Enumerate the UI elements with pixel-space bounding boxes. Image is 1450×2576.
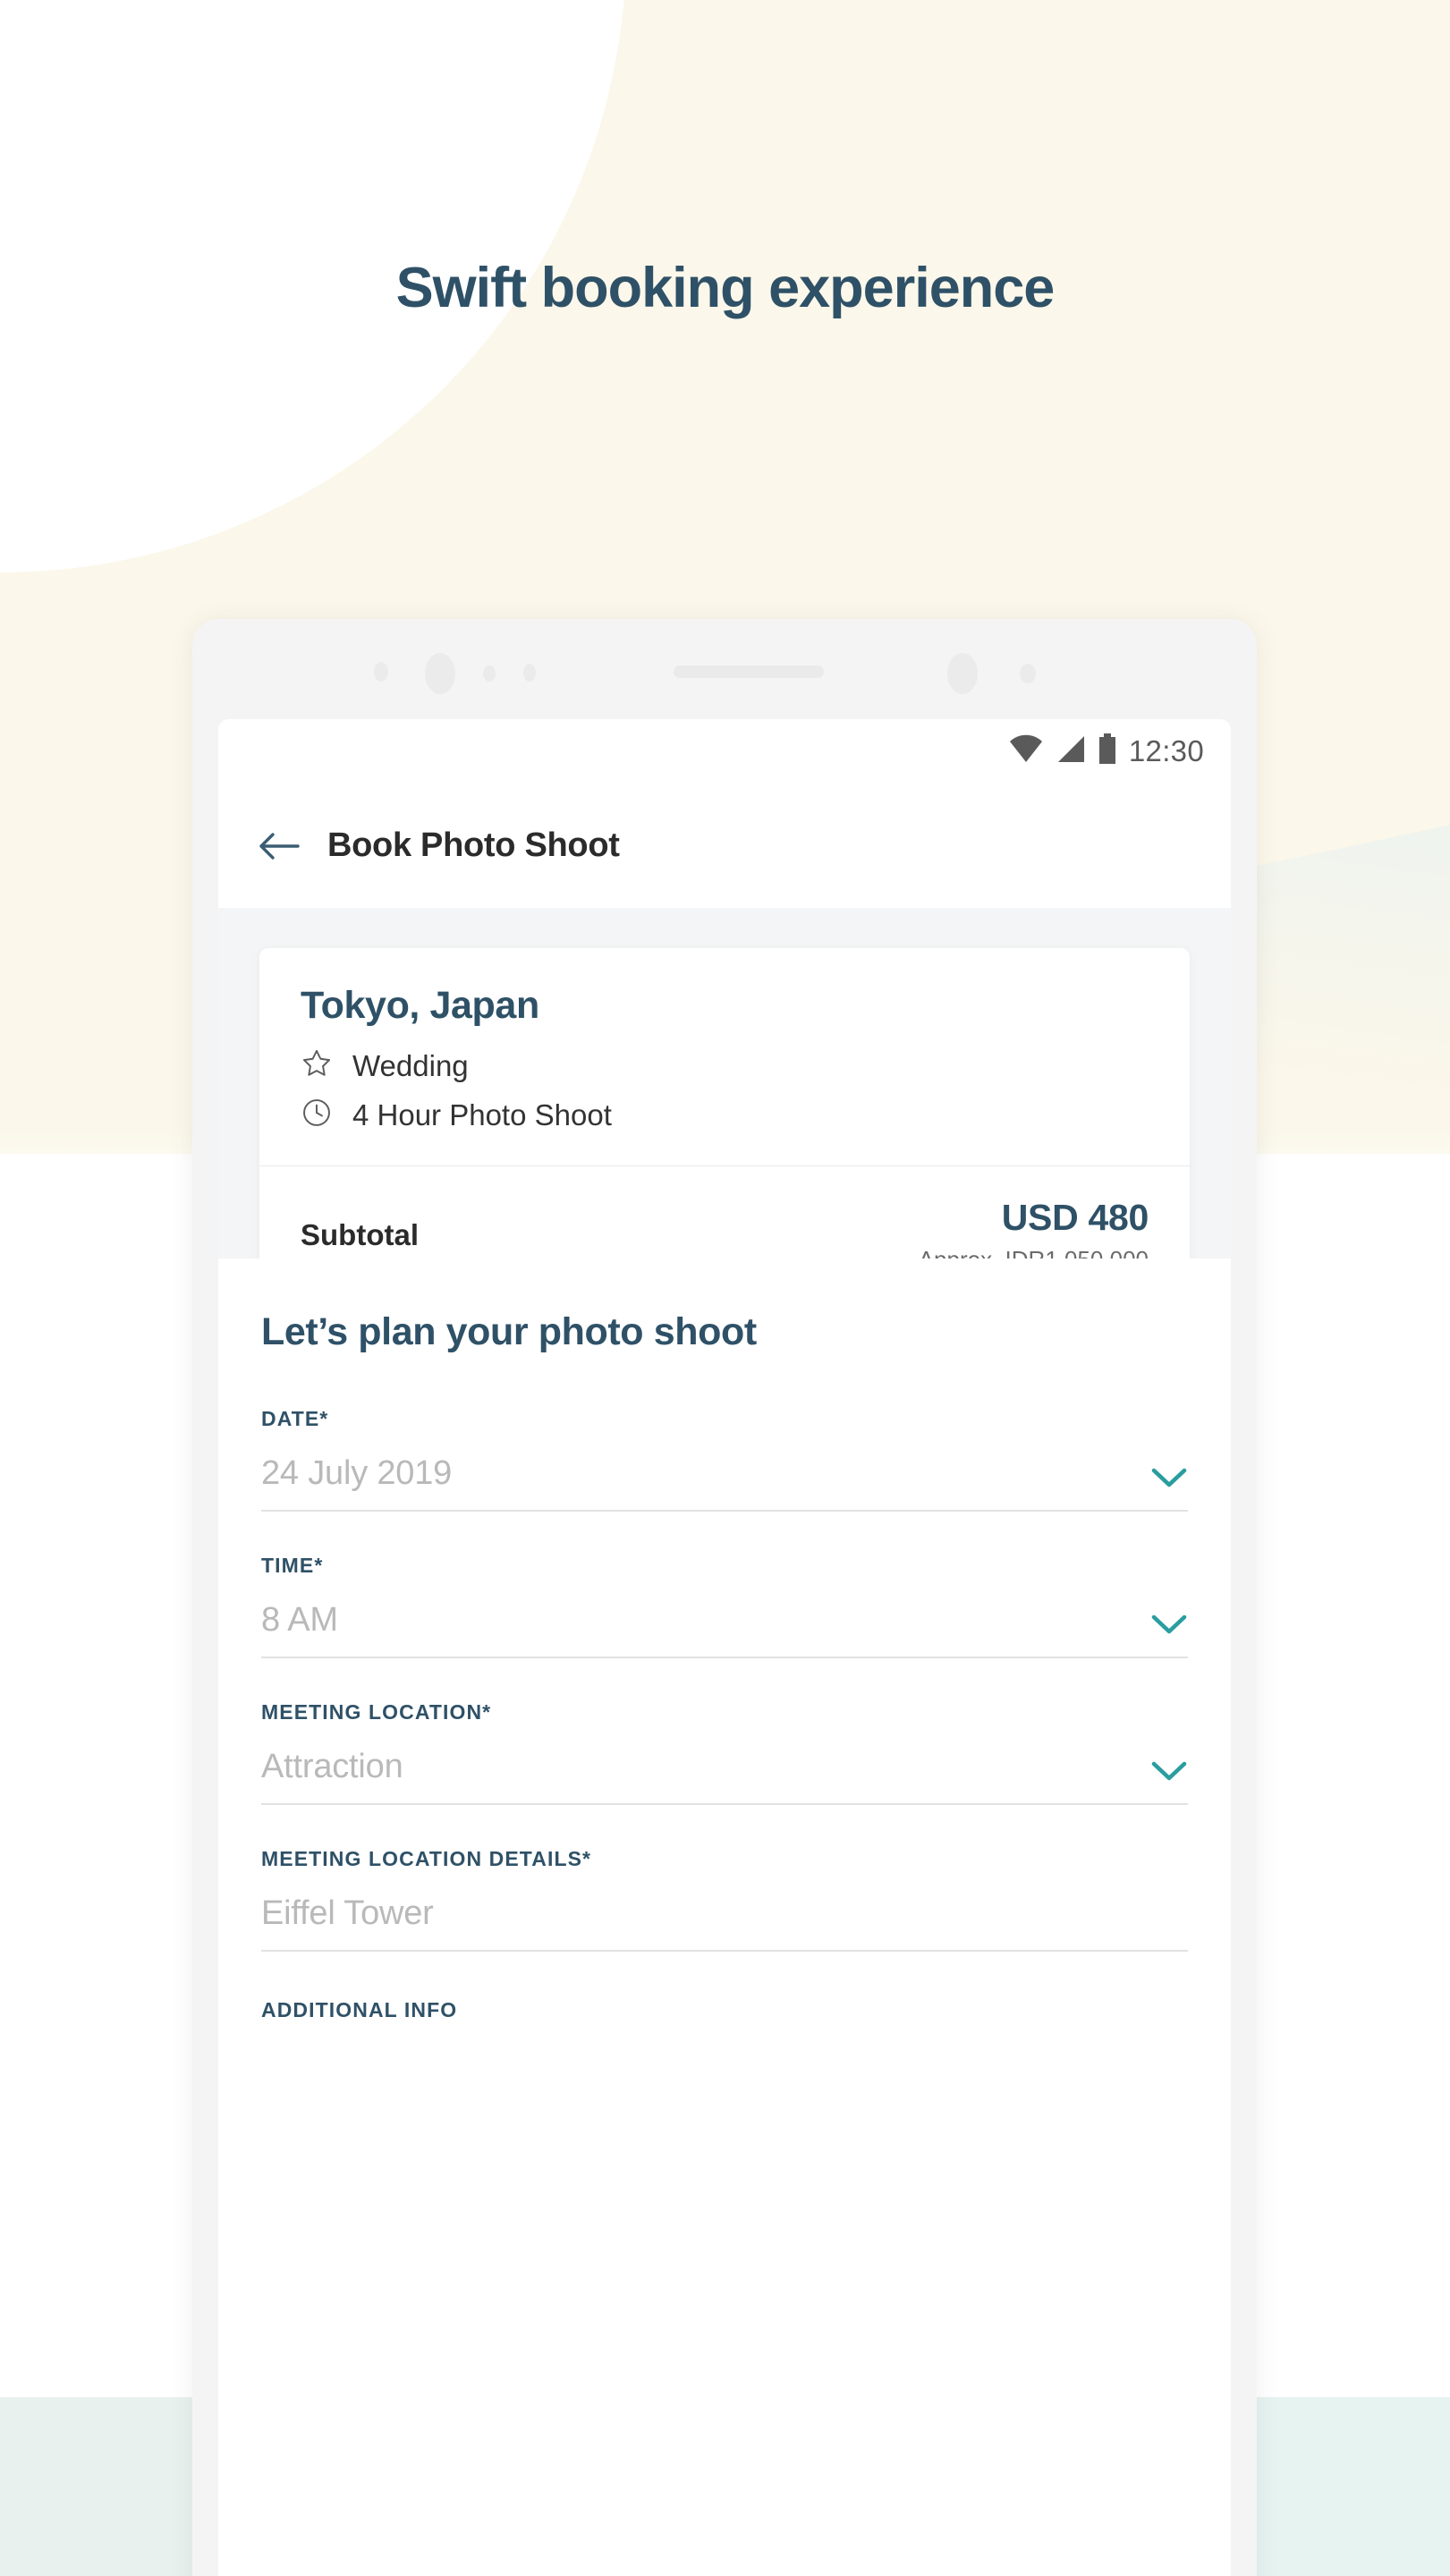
battery-icon (1098, 733, 1117, 769)
meeting-location-details-value: Eiffel Tower (261, 1894, 434, 1932)
chevron-down-icon[interactable] (1150, 1759, 1188, 1786)
field-meeting-location-details-label: MEETING LOCATION DETAILS* (261, 1847, 592, 1870)
form-title: Let’s plan your photo shoot (261, 1310, 757, 1353)
summary-category-text: Wedding (352, 1048, 469, 1082)
field-date: DATE* 24 July 2019 (261, 1407, 1188, 1512)
booking-summary-card: Tokyo, Japan Wedding 4 Hour Photo Shoot … (259, 948, 1190, 1306)
meeting-location-details-input[interactable]: Eiffel Tower (261, 1894, 1188, 1952)
chevron-down-icon[interactable] (1150, 1466, 1188, 1493)
field-meeting-location-details: MEETING LOCATION DETAILS* Eiffel Tower (261, 1847, 1188, 1952)
destination-label: Tokyo, Japan (301, 984, 539, 1027)
time-dropdown[interactable]: 8 AM (261, 1601, 1188, 1658)
subtotal-label: Subtotal (301, 1218, 419, 1251)
field-time-label: TIME* (261, 1554, 324, 1577)
subtotal-amount: USD 480 (1001, 1197, 1149, 1238)
sensor-dot (947, 653, 978, 694)
summary-row-category: Wedding (301, 1047, 1149, 1084)
sensor-dot (374, 662, 388, 682)
meeting-location-value: Attraction (261, 1748, 403, 1785)
app-bar: Book Photo Shoot (218, 784, 1231, 908)
date-value: 24 July 2019 (261, 1454, 453, 1492)
time-value: 8 AM (261, 1601, 338, 1639)
sensor-dot (523, 664, 536, 682)
field-meeting-location: MEETING LOCATION* Attraction (261, 1700, 1188, 1805)
summary-row-duration: 4 Hour Photo Shoot (301, 1097, 1149, 1133)
page-title: Book Photo Shoot (327, 826, 620, 864)
star-icon (301, 1047, 333, 1084)
field-additional-info-label: ADDITIONAL INFO (261, 1998, 458, 2021)
field-meeting-location-label: MEETING LOCATION* (261, 1700, 492, 1724)
meeting-location-dropdown[interactable]: Attraction (261, 1748, 1188, 1805)
page-headline: Swift booking experience (395, 257, 1056, 319)
back-arrow-icon[interactable] (259, 831, 300, 861)
field-time: TIME* 8 AM (261, 1554, 1188, 1658)
clock-icon (301, 1097, 333, 1133)
sensor-dot (1020, 664, 1036, 683)
page-stage: Swift booking experience 12:30 Book Phot… (0, 0, 1450, 2576)
phone-mockup: 12:30 Book Photo Shoot Tokyo, Japan Wedd… (192, 619, 1257, 2576)
summary-card-body: Tokyo, Japan Wedding 4 Hour Photo Shoot (259, 948, 1190, 1165)
phone-sensor-row (192, 619, 1257, 717)
chevron-down-icon[interactable] (1150, 1613, 1188, 1640)
summary-duration-text: 4 Hour Photo Shoot (352, 1097, 612, 1131)
earpiece-speaker (674, 665, 824, 678)
booking-form-panel: Let’s plan your photo shoot DATE* 24 Jul… (218, 1258, 1231, 2576)
status-bar: 12:30 (218, 719, 1231, 784)
status-bar-time: 12:30 (1128, 733, 1204, 767)
sensor-dot (483, 665, 496, 682)
signal-icon (1056, 734, 1086, 768)
front-camera-icon (425, 653, 455, 694)
field-date-label: DATE* (261, 1407, 329, 1430)
date-dropdown[interactable]: 24 July 2019 (261, 1454, 1188, 1512)
wifi-icon (1008, 734, 1044, 768)
phone-screen: 12:30 Book Photo Shoot Tokyo, Japan Wedd… (218, 719, 1231, 2576)
